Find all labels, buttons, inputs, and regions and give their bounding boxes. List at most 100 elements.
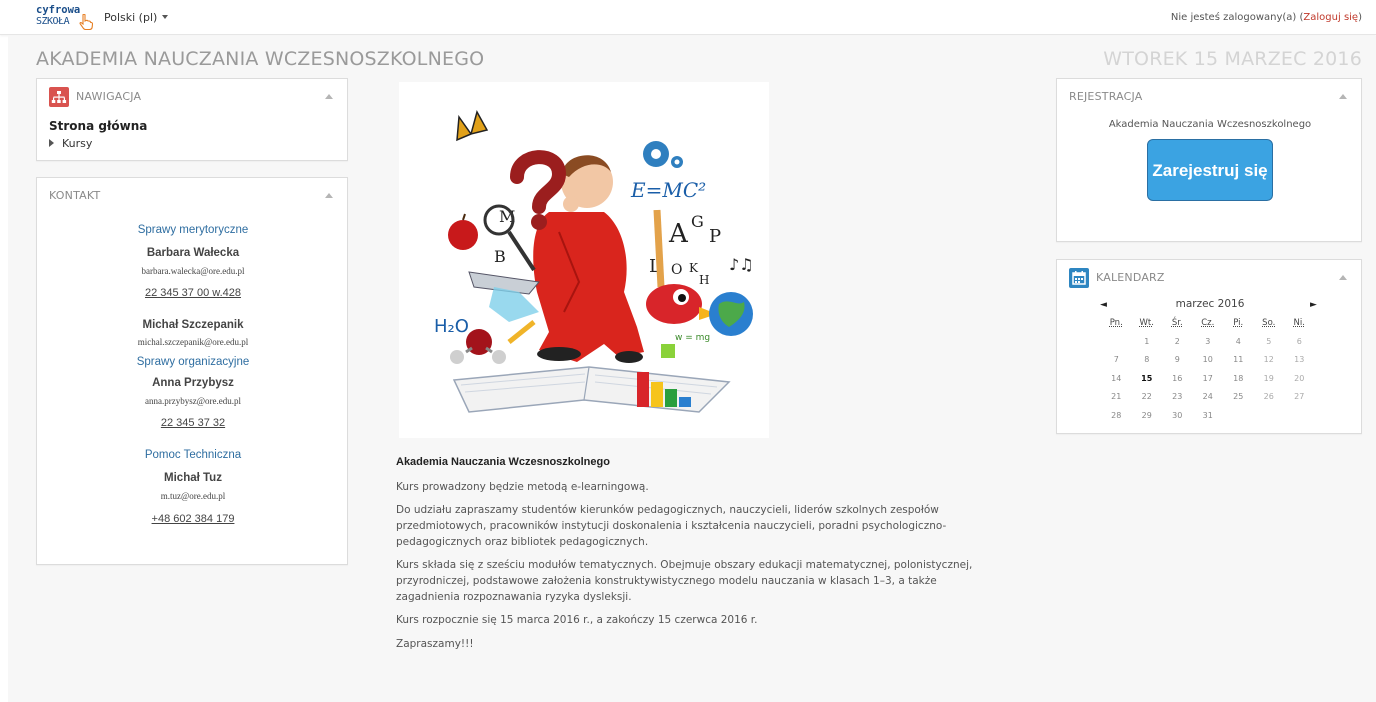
contact-name: Anna Przybysz <box>152 377 234 389</box>
calendar-day <box>1284 406 1315 425</box>
course-paragraph: Zapraszamy!!! <box>396 638 474 650</box>
login-prefix: Nie jesteś zalogowany(a) ( <box>1170 12 1304 23</box>
register-button[interactable]: Zarejestruj się <box>1147 139 1273 201</box>
contact-email[interactable]: barbara.walecka@ore.edu.pl <box>37 266 349 276</box>
weekday-header: So. <box>1262 318 1276 328</box>
login-suffix: ) <box>1358 12 1362 23</box>
contact-block: KONTAKT Sprawy merytoryczne Barbara Wałe… <box>36 177 348 565</box>
calendar-day: 19 <box>1263 373 1274 383</box>
calendar-header: KALENDARZ <box>1069 268 1165 288</box>
collapse-icon[interactable] <box>325 94 333 99</box>
contact-phone[interactable]: +48 602 384 179 <box>37 513 349 525</box>
collapse-icon[interactable] <box>1339 275 1347 280</box>
nav-home-link[interactable]: Strona główna <box>49 119 147 133</box>
contact-name: Michał Szczepanik <box>142 319 244 331</box>
contact-title: KONTAKT <box>49 189 101 202</box>
contact-phone[interactable]: 22 345 37 32 <box>37 417 349 429</box>
nav-courses-item[interactable]: Kursy <box>49 137 92 150</box>
calendar-icon <box>1069 268 1089 288</box>
svg-text:B: B <box>494 247 506 266</box>
calendar-day: 20 <box>1294 373 1305 383</box>
course-paragraph: Kurs prowadzony będzie metodą e-learning… <box>396 481 649 493</box>
registration-course-name: Akademia Nauczania Wczesnoszkolnego <box>1108 119 1312 130</box>
svg-text:♪♫: ♪♫ <box>729 255 754 274</box>
registration-title: REJESTRACJA <box>1069 90 1143 103</box>
navigation-title: NAWIGACJA <box>76 90 142 103</box>
collapse-icon[interactable] <box>1339 94 1347 99</box>
calendar-day: 3 <box>1205 336 1211 346</box>
calendar-day: 12 <box>1263 355 1274 365</box>
contact-name: Barbara Wałecka <box>146 247 240 259</box>
calendar-week-row: 14 15 16 17 18 19 20 <box>1101 369 1315 388</box>
language-label: Polski (pl) <box>104 11 158 24</box>
contact-phone[interactable]: 22 345 37 00 w.428 <box>37 287 349 299</box>
login-link[interactable]: Zaloguj się <box>1303 12 1358 23</box>
course-paragraph: Do udziału zapraszamy studentów kierunkó… <box>396 504 947 548</box>
calendar-month: marzec 2016 <box>1175 298 1245 310</box>
contact-email[interactable]: anna.przybysz@ore.edu.pl <box>37 396 349 406</box>
calendar-day: 5 <box>1266 336 1272 346</box>
calendar-week-row: 21 22 23 24 25 26 27 <box>1101 388 1315 407</box>
svg-text:A: A <box>668 219 689 249</box>
calendar-day: 17 <box>1202 373 1213 383</box>
top-bar: cyfrowa SZKOŁA Polski (pl) Nie jesteś za… <box>0 0 1376 35</box>
nav-courses-label: Kursy <box>62 137 93 150</box>
calendar-title: KALENDARZ <box>1096 271 1165 284</box>
calendar-day: 9 <box>1174 355 1180 365</box>
page-date: WTOREK 15 MARZEC 2016 <box>1103 48 1362 70</box>
svg-text:K: K <box>689 261 699 275</box>
calendar-grid: Pn. Wt. Śr. Cz. Pi. So. Ni. 1 2 3 4 5 6 … <box>1101 314 1315 425</box>
calendar-day: 22 <box>1141 392 1152 402</box>
calendar-day: 25 <box>1233 392 1244 402</box>
navigation-block: NAWIGACJA Strona główna Kursy <box>36 78 348 161</box>
site-logo[interactable]: cyfrowa SZKOŁA <box>36 5 93 31</box>
page-title: AKADEMIA NAUCZANIA WCZESNOSZKOLNEGO <box>36 48 485 70</box>
calendar-weekday-row: Pn. Wt. Śr. Cz. Pi. So. Ni. <box>1101 314 1315 332</box>
contact-section-organization: Sprawy organizacyjne <box>136 356 250 368</box>
calendar-day: 10 <box>1202 355 1213 365</box>
calendar-day: 26 <box>1263 392 1274 402</box>
calendar-day: 8 <box>1144 355 1150 365</box>
sitemap-icon <box>49 87 69 107</box>
caret-right-icon <box>49 139 54 147</box>
calendar-day: 1 <box>1144 336 1150 346</box>
calendar-day: 14 <box>1111 373 1122 383</box>
calendar-day: 16 <box>1172 373 1183 383</box>
boy-with-science-icons-image: E=MC² A G P L O K ♪♫ H M B H₂O w = mg <box>434 110 754 413</box>
collapse-icon[interactable] <box>325 193 333 198</box>
contact-name: Michał Tuz <box>164 472 222 484</box>
login-status: Nie jesteś zalogowany(a) (Zaloguj się) <box>1171 12 1362 23</box>
formula2-text: w = mg <box>675 333 710 343</box>
weekday-header: Śr. <box>1171 318 1183 328</box>
calendar-day: 4 <box>1235 336 1241 346</box>
h2o-text: H₂O <box>434 316 469 337</box>
svg-text:P: P <box>709 226 721 247</box>
chevron-down-icon <box>162 15 169 19</box>
calendar-day: 18 <box>1233 373 1244 383</box>
contact-email[interactable]: m.tuz@ore.edu.pl <box>37 491 349 501</box>
calendar-day <box>1254 406 1285 425</box>
calendar-day: 23 <box>1172 392 1183 402</box>
course-paragraph: Kurs rozpocznie się 15 marca 2016 r., a … <box>396 614 758 626</box>
weekday-header: Wt. <box>1139 318 1154 328</box>
calendar-day <box>1101 332 1132 351</box>
calendar-day: 13 <box>1294 355 1305 365</box>
formula-text: E=MC² <box>630 178 706 202</box>
pointer-hand-icon <box>79 14 93 30</box>
calendar-day: 7 <box>1113 355 1119 365</box>
calendar-next-icon[interactable]: ► <box>1310 300 1317 310</box>
contact-email[interactable]: michal.szczepanik@ore.edu.pl <box>37 337 349 347</box>
calendar-day: 21 <box>1111 392 1122 402</box>
svg-text:G: G <box>691 212 704 231</box>
calendar-block: KALENDARZ ◄ marzec 2016 ► Pn. Wt. Śr. Cz… <box>1056 259 1362 434</box>
calendar-day: 28 <box>1111 410 1122 420</box>
calendar-day: 24 <box>1202 392 1213 402</box>
calendar-week-row: 7 8 9 10 11 12 13 <box>1101 351 1315 370</box>
weekday-header: Pi. <box>1233 318 1244 328</box>
language-selector[interactable]: Polski (pl) <box>104 11 169 24</box>
weekday-header: Pn. <box>1109 318 1123 328</box>
calendar-day-today: 15 <box>1141 373 1153 383</box>
calendar-day: 11 <box>1233 355 1244 365</box>
navigation-header: NAWIGACJA <box>49 87 141 107</box>
weekday-header: Cz. <box>1201 318 1215 328</box>
